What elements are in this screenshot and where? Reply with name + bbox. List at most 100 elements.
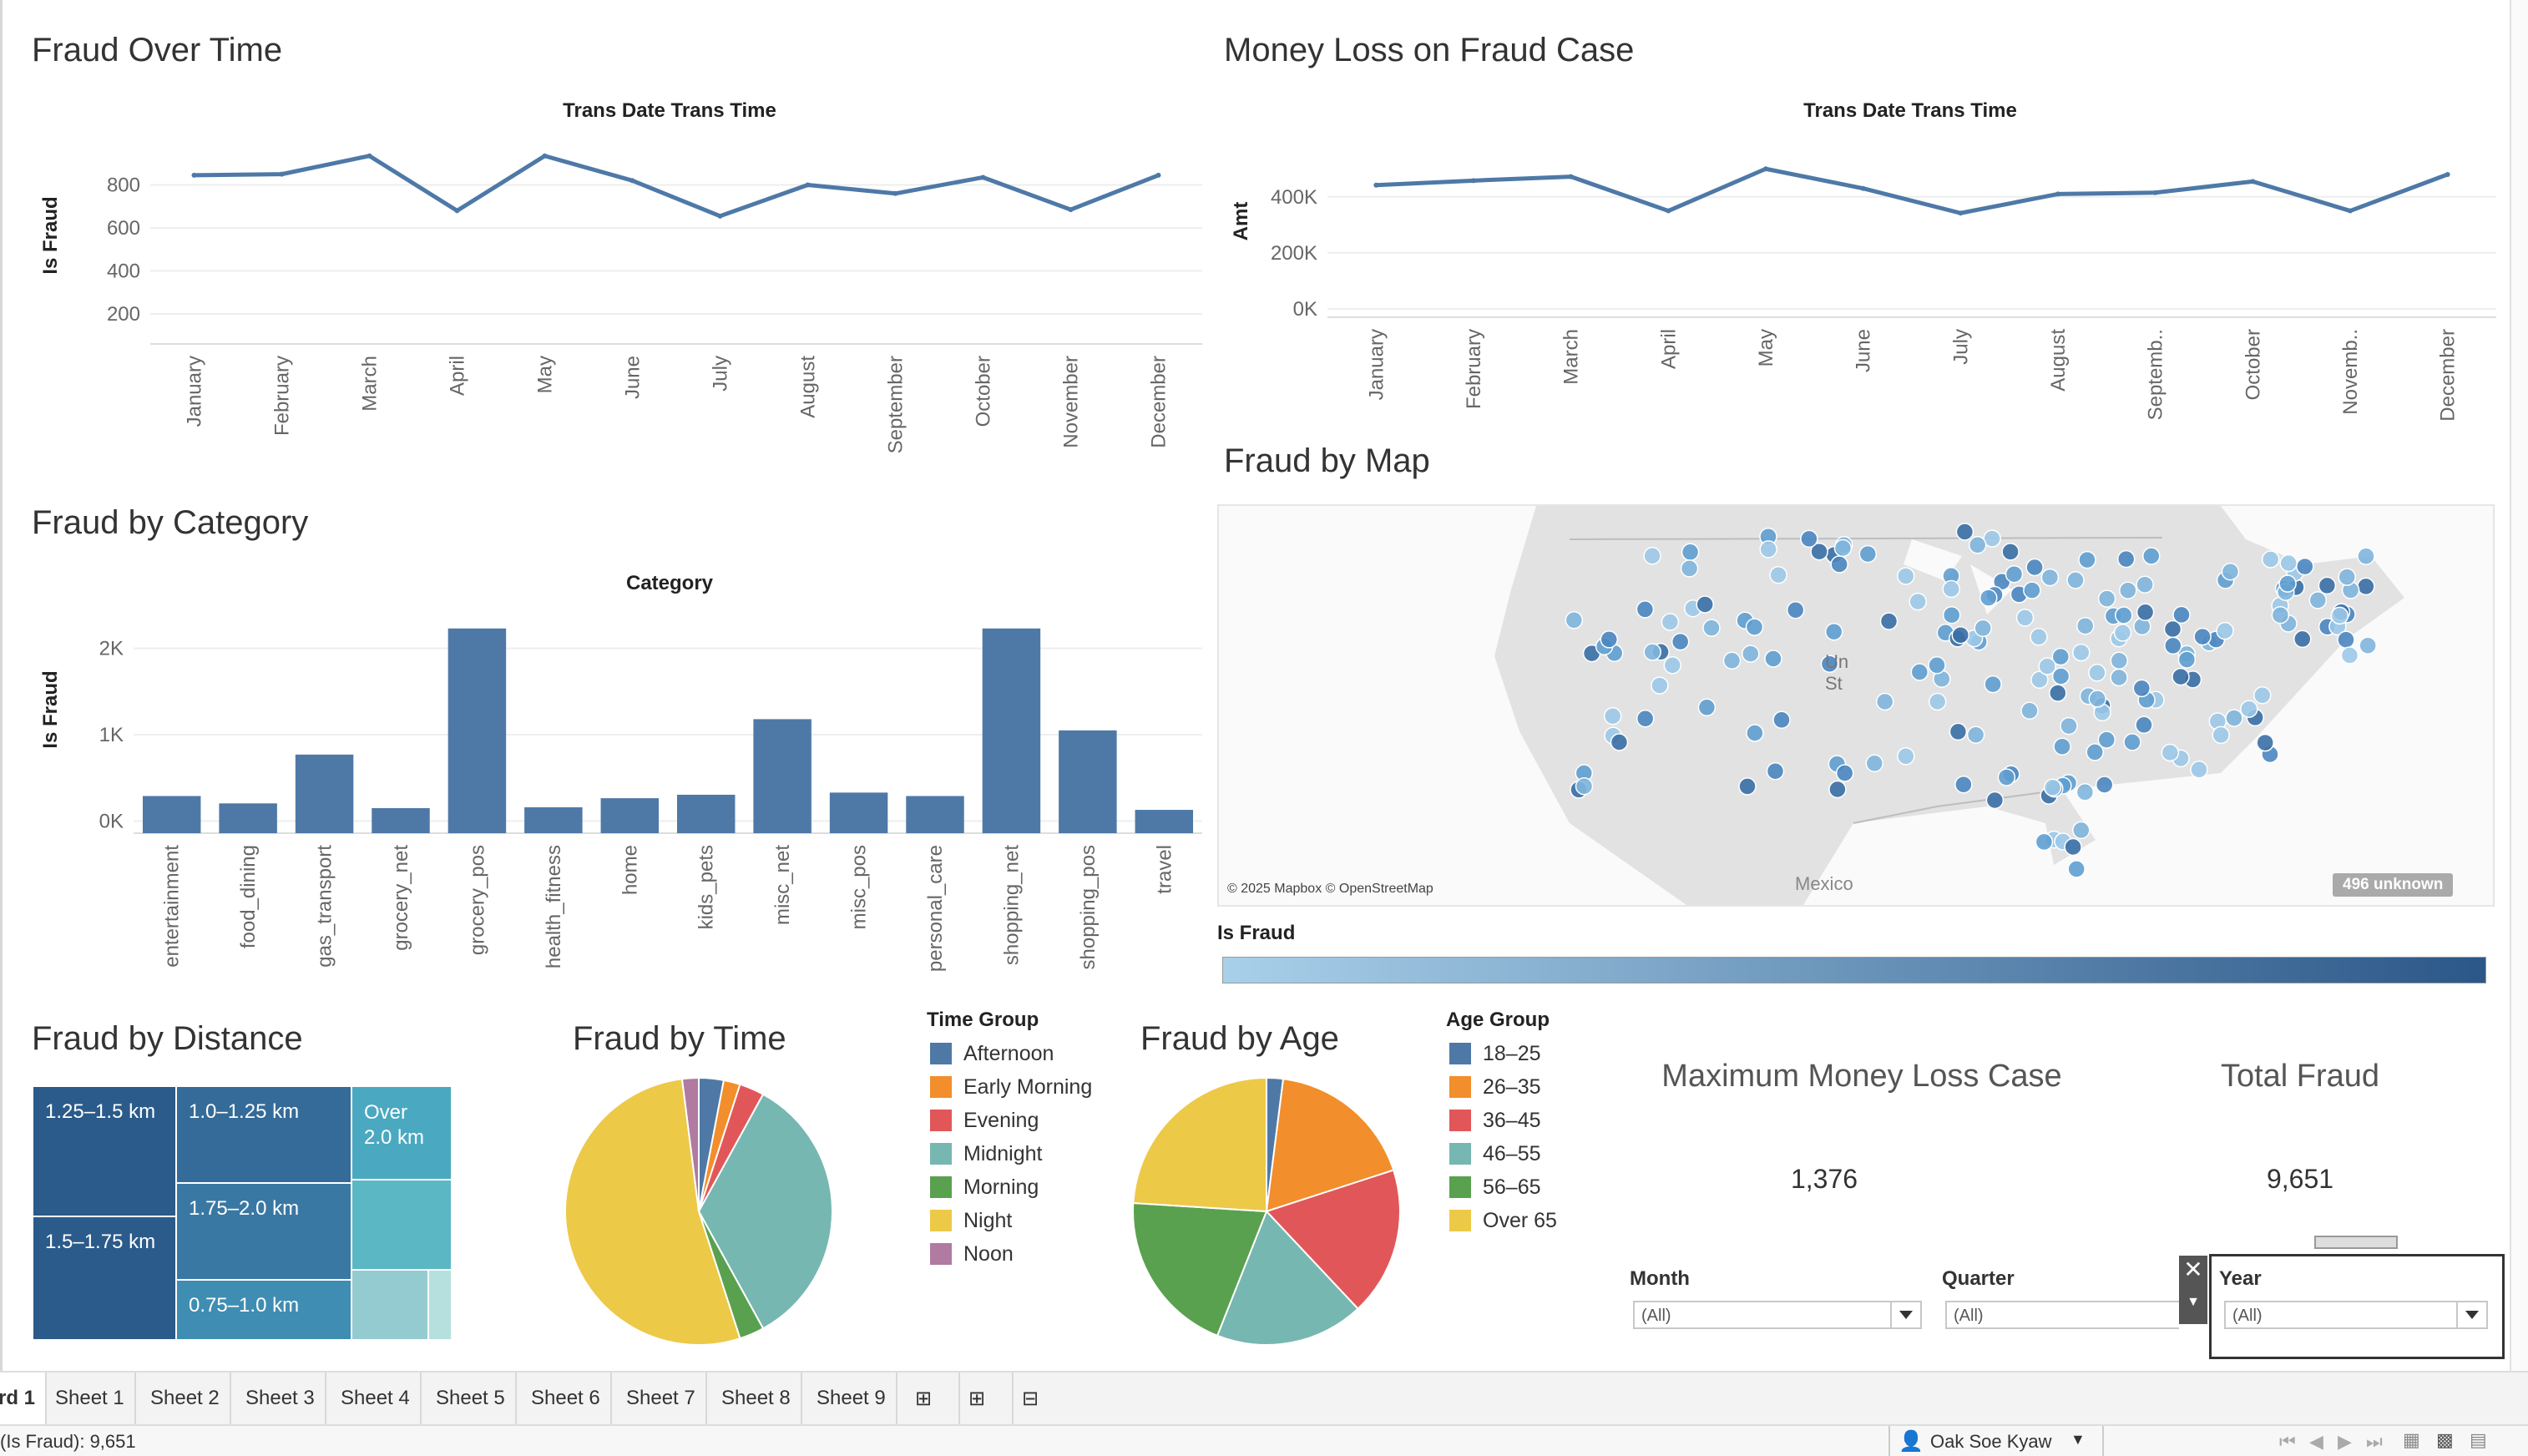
data-point[interactable] xyxy=(2055,191,2060,197)
data-point[interactable] xyxy=(892,190,898,196)
map-fraud-point[interactable] xyxy=(2212,725,2230,745)
map-fraud-point[interactable] xyxy=(1697,698,1717,717)
bar[interactable] xyxy=(906,796,964,833)
map-fraud-point[interactable] xyxy=(2078,550,2096,569)
map-fraud-point[interactable] xyxy=(2038,657,2056,675)
treemap-cell[interactable] xyxy=(351,1269,429,1341)
data-point[interactable] xyxy=(454,208,460,214)
map-fraud-point[interactable] xyxy=(1671,632,1690,651)
map-fraud-point[interactable] xyxy=(1636,600,1655,619)
data-point[interactable] xyxy=(1373,182,1379,188)
tab-sheet-9[interactable]: Sheet 9 xyxy=(806,1373,897,1424)
data-point[interactable] xyxy=(542,153,548,159)
map-fraud-point[interactable] xyxy=(2088,690,2107,708)
map-fraud-point[interactable] xyxy=(1663,656,1682,675)
map-fraud-point[interactable] xyxy=(2030,628,2048,646)
map-fraud-point[interactable] xyxy=(2271,605,2290,624)
map-fraud-point[interactable] xyxy=(2216,621,2234,640)
chevron-down-icon[interactable] xyxy=(2456,1302,2486,1327)
map-fraud-point[interactable] xyxy=(2172,605,2191,624)
legend-item[interactable]: Morning xyxy=(930,1174,1039,1201)
data-point[interactable] xyxy=(1763,166,1768,172)
map-fraud-point[interactable] xyxy=(1828,780,1847,799)
map-fraud-point[interactable] xyxy=(2066,571,2085,589)
series-line[interactable] xyxy=(1376,166,2449,215)
map-fraud-point[interactable] xyxy=(1722,651,1742,670)
legend-item[interactable]: Night xyxy=(930,1207,1012,1234)
map-fraud-point[interactable] xyxy=(2072,643,2091,662)
map-fraud-point[interactable] xyxy=(1636,709,1655,728)
map-fraud-point[interactable] xyxy=(1833,538,1853,558)
tab-sheet-7[interactable]: Sheet 7 xyxy=(616,1373,707,1424)
map-fraud-point[interactable] xyxy=(2005,564,2024,584)
map-fraud-point[interactable] xyxy=(1968,536,1987,554)
bar[interactable] xyxy=(219,803,277,833)
map-fraud-point[interactable] xyxy=(1681,543,1700,562)
tab-sheet-2[interactable]: Sheet 2 xyxy=(140,1373,231,1424)
map-fraud-point[interactable] xyxy=(1680,559,1699,578)
map-fraud-point[interactable] xyxy=(1746,724,1764,742)
map-fraud-point[interactable] xyxy=(1610,733,1629,751)
tab-sheet-1[interactable]: Sheet 1 xyxy=(45,1373,136,1424)
data-point[interactable] xyxy=(279,171,285,177)
map-fraud-point[interactable] xyxy=(1696,595,1714,614)
tab-sheet-3[interactable]: Sheet 3 xyxy=(235,1373,326,1424)
map-fraud-point[interactable] xyxy=(2095,776,2114,794)
map-fraud-point[interactable] xyxy=(2110,651,2129,670)
map-fraud-point[interactable] xyxy=(1942,605,1961,624)
bar[interactable] xyxy=(829,792,888,833)
map-fraud-point[interactable] xyxy=(2142,547,2161,565)
map-fraud-point[interactable] xyxy=(1984,675,2002,694)
data-point[interactable] xyxy=(1471,178,1476,184)
bar[interactable] xyxy=(142,796,201,833)
map-fraud-point[interactable] xyxy=(2040,568,2060,587)
close-icon[interactable]: ✕ xyxy=(2181,1257,2206,1282)
map-fraud-point[interactable] xyxy=(2240,700,2258,718)
map-fraud-point[interactable] xyxy=(2330,606,2349,625)
treemap-cell[interactable]: 1.25–1.5 km xyxy=(32,1085,177,1217)
user-icon[interactable]: 👤 xyxy=(1899,1429,1924,1453)
unknown-locations-badge[interactable]: 496 unknown xyxy=(2333,873,2454,897)
map-fraud-point[interactable] xyxy=(1997,768,2016,786)
map-fraud-point[interactable] xyxy=(1928,692,1947,711)
map-fraud-point[interactable] xyxy=(2261,550,2280,569)
map-fraud-point[interactable] xyxy=(1764,650,1782,668)
map-fraud-point[interactable] xyxy=(2067,860,2086,878)
map-fraud-point[interactable] xyxy=(2035,832,2054,852)
map-fraud-point[interactable] xyxy=(2088,664,2106,682)
map-fraud-point[interactable] xyxy=(1575,776,1594,796)
data-point[interactable] xyxy=(805,182,811,188)
map-fraud-point[interactable] xyxy=(2253,686,2272,705)
map-fraud-point[interactable] xyxy=(1858,544,1878,564)
map-fraud-point[interactable] xyxy=(2119,581,2137,599)
fraud-by-category-chart[interactable]: Category Is Fraud 0K 1K 2K entertainment fo… xyxy=(25,551,1211,985)
data-point[interactable] xyxy=(2348,208,2353,214)
map-fraud-point[interactable] xyxy=(2357,547,2375,565)
fraud-points-layer[interactable] xyxy=(1219,506,2493,905)
map-fraud-point[interactable] xyxy=(1910,663,1929,681)
map-fraud-point[interactable] xyxy=(2337,630,2355,649)
bar[interactable] xyxy=(1135,810,1194,833)
tab-dashboard-1[interactable]: rd 1 xyxy=(0,1373,48,1424)
map-fraud-point[interactable] xyxy=(2020,701,2039,720)
map-fraud-point[interactable] xyxy=(2110,668,2128,687)
map-fraud-point[interactable] xyxy=(2190,761,2208,779)
map-fraud-point[interactable] xyxy=(2164,636,2182,655)
map-fraud-point[interactable] xyxy=(2015,609,2035,627)
map-fraud-point[interactable] xyxy=(1830,555,1848,574)
map-fraud-point[interactable] xyxy=(1824,622,1843,641)
map-fraud-point[interactable] xyxy=(1955,523,1974,541)
fraud-by-age-pie[interactable] xyxy=(1129,1074,1404,1349)
map-fraud-point[interactable] xyxy=(1865,754,1884,773)
map-fraud-point[interactable] xyxy=(2340,646,2359,665)
map-fraud-point[interactable] xyxy=(1766,761,1785,781)
map-fraud-point[interactable] xyxy=(2225,709,2243,727)
map-fraud-point[interactable] xyxy=(2293,629,2312,649)
list-view-icon[interactable]: ▩ xyxy=(2436,1429,2454,1451)
treemap-cell[interactable]: Over 2.0 km xyxy=(351,1085,453,1180)
map-fraud-point[interactable] xyxy=(1897,747,1915,766)
treemap-cell[interactable]: 1.75–2.0 km xyxy=(175,1182,352,1281)
map-fraud-point[interactable] xyxy=(2064,837,2082,857)
map-fraud-point[interactable] xyxy=(1565,611,1584,629)
map-fraud-point[interactable] xyxy=(2193,627,2212,646)
